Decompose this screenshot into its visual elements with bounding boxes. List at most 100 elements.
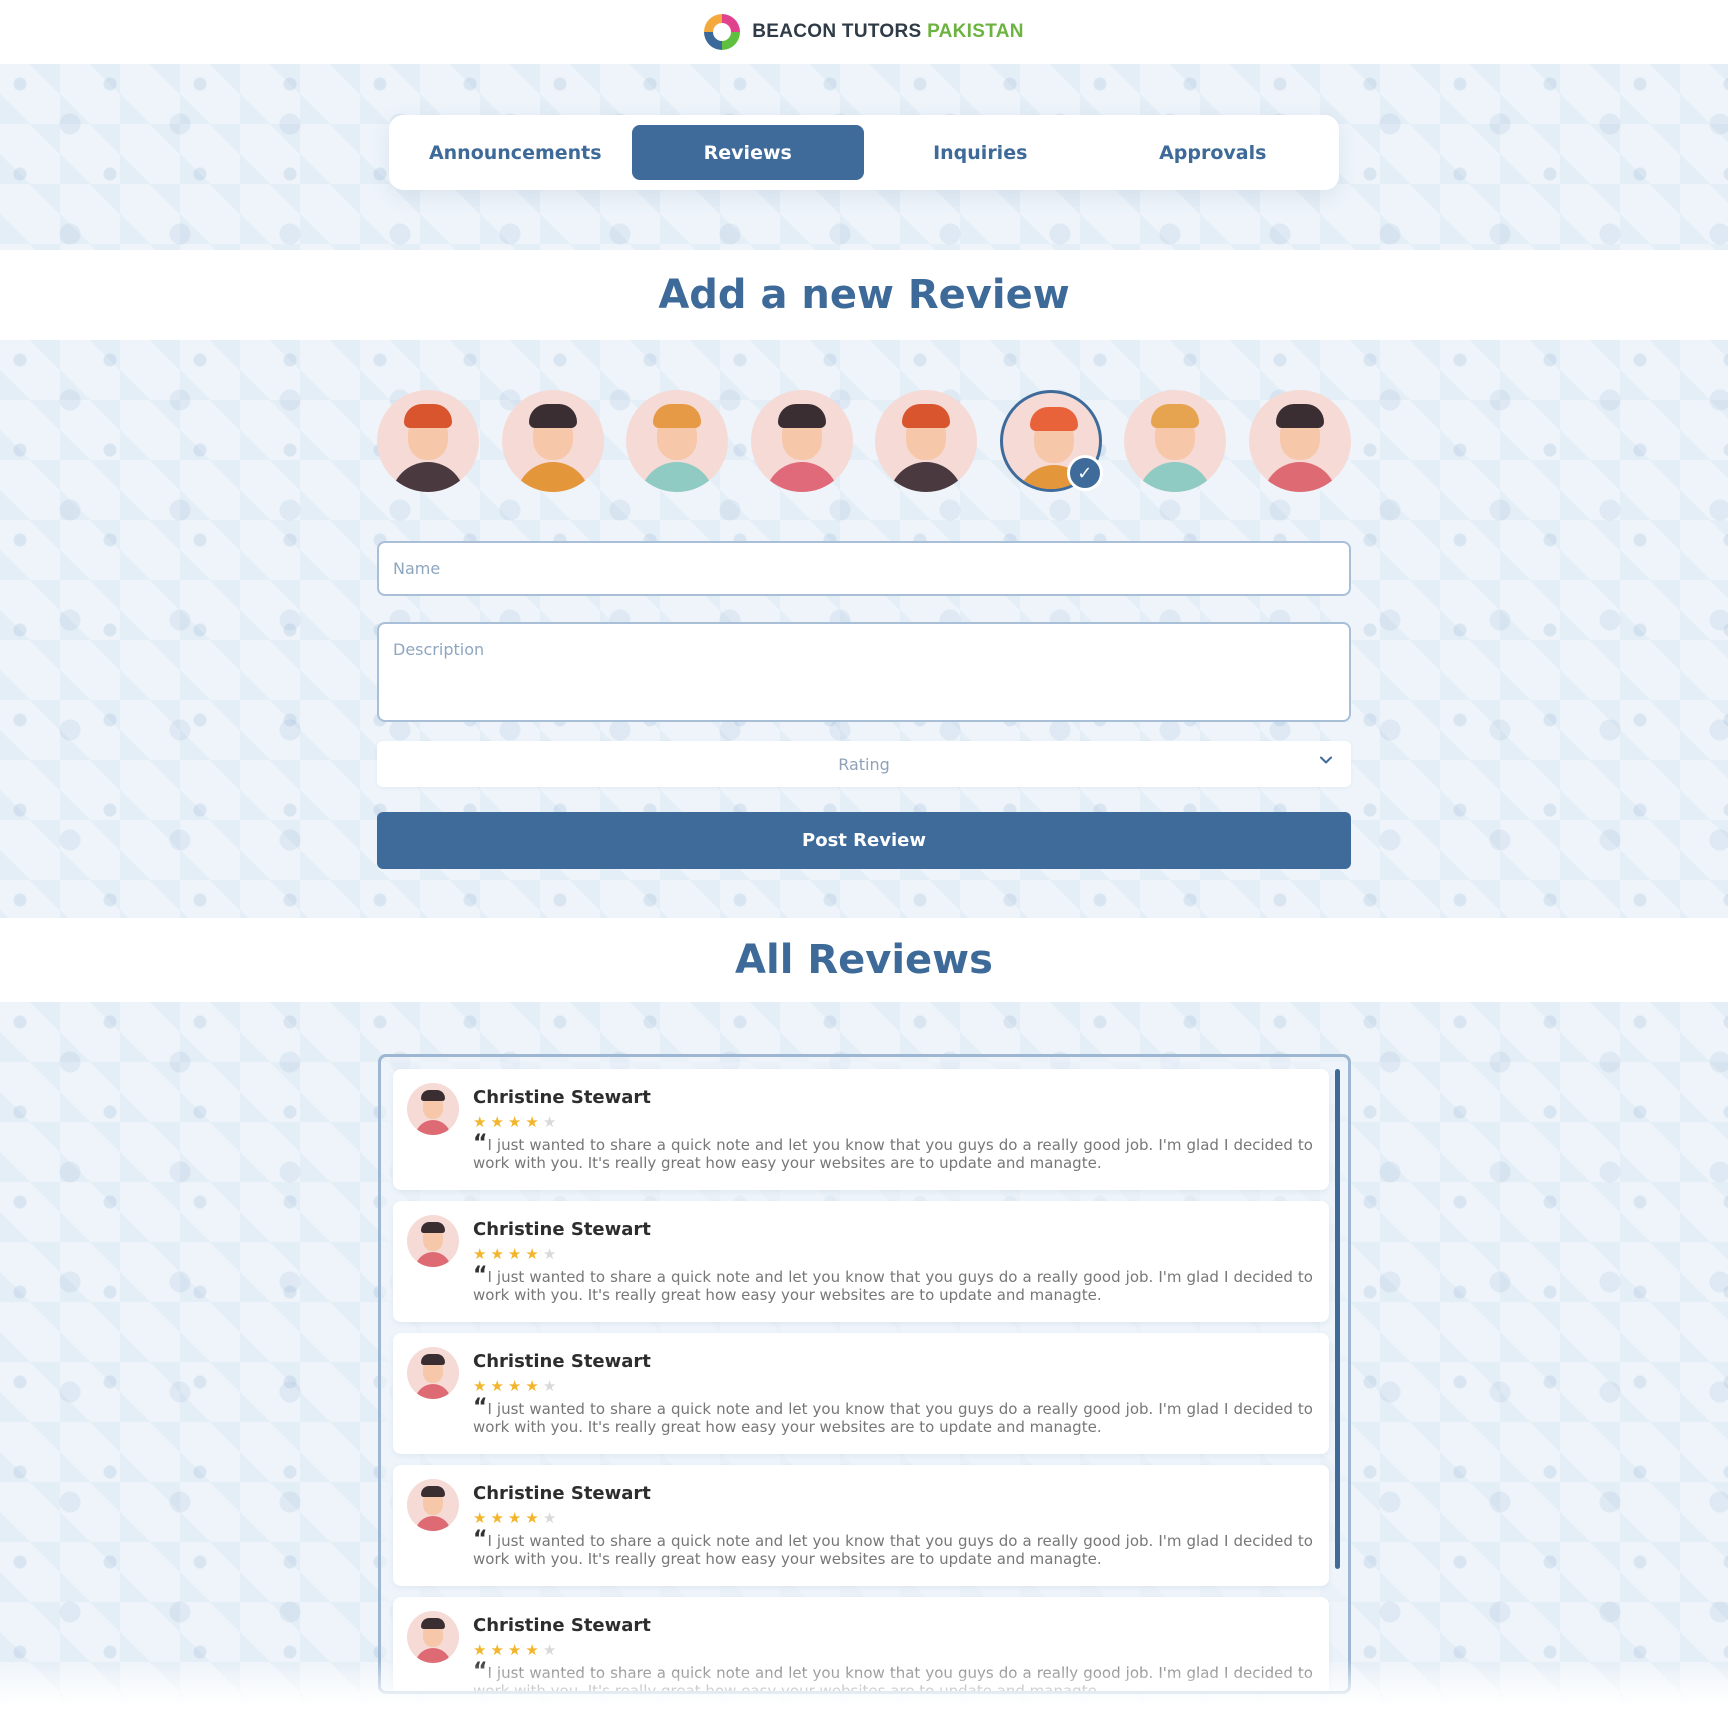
quote-icon: “ — [473, 1263, 488, 1288]
avatar-option-2[interactable] — [501, 390, 604, 492]
avatar-body — [1262, 462, 1337, 492]
avatar-hair — [1151, 404, 1200, 428]
avatar-hair — [421, 1618, 445, 1629]
avatar-option-4[interactable] — [750, 390, 853, 492]
all-reviews-title: All Reviews — [735, 937, 993, 983]
star-icon: ★ — [490, 1245, 508, 1263]
avatar-body — [889, 462, 964, 492]
review-text: “I just wanted to share a quick note and… — [473, 1529, 1313, 1569]
quote-icon: “ — [473, 1395, 488, 1420]
star-icon: ★ — [490, 1641, 508, 1659]
star-icon: ★ — [542, 1641, 561, 1659]
rating-select[interactable]: Rating — [377, 741, 1351, 787]
avatar-hair — [421, 1222, 445, 1233]
brand-main: BEACON TUTORS — [752, 21, 922, 42]
reviewer-avatar — [407, 1611, 459, 1663]
reviewer-avatar — [407, 1083, 459, 1135]
star-rating: ★★★★★ — [473, 1245, 560, 1263]
review-text-body: I just wanted to share a quick note and … — [473, 1268, 1313, 1304]
beacon-logo-icon[interactable] — [704, 14, 741, 50]
avatar-body — [764, 462, 839, 492]
star-icon: ★ — [507, 1641, 526, 1659]
avatar-hair — [902, 404, 951, 428]
star-icon: ★ — [473, 1113, 491, 1131]
tab-approvals[interactable]: Approvals — [1097, 125, 1330, 180]
post-review-button[interactable]: Post Review — [377, 812, 1351, 869]
quote-icon: “ — [473, 1659, 488, 1684]
review-text-body: I just wanted to share a quick note and … — [473, 1400, 1313, 1436]
star-icon: ★ — [542, 1377, 561, 1395]
checkmark-icon: ✓ — [1066, 455, 1103, 491]
review-text-body: I just wanted to share a quick note and … — [473, 1136, 1313, 1172]
reviews-list[interactable]: Christine Stewart ★★★★★ “I just wanted to … — [378, 1054, 1351, 1694]
star-icon: ★ — [525, 1245, 543, 1263]
quote-icon: “ — [473, 1527, 488, 1552]
description-input[interactable] — [377, 622, 1351, 722]
star-icon: ★ — [507, 1113, 526, 1131]
avatar-option-7[interactable] — [1124, 390, 1227, 492]
star-icon: ★ — [473, 1377, 491, 1395]
avatar-option-3[interactable] — [626, 390, 729, 492]
reviewer-name: Christine Stewart — [473, 1087, 651, 1108]
avatar-body — [415, 1648, 451, 1663]
reviewer-name: Christine Stewart — [473, 1483, 651, 1504]
review-card: Christine Stewart ★★★★★ “I just wanted to … — [393, 1069, 1329, 1190]
star-icon: ★ — [507, 1377, 526, 1395]
tab-inquiries[interactable]: Inquiries — [864, 125, 1097, 180]
name-input[interactable] — [377, 541, 1351, 596]
reviewer-avatar — [407, 1479, 459, 1531]
star-icon: ★ — [542, 1245, 561, 1263]
star-icon: ★ — [525, 1113, 543, 1131]
avatar-body — [415, 1384, 451, 1399]
brand-name[interactable]: BEACON TUTORS PAKISTAN — [752, 21, 1024, 43]
avatar-body — [1138, 462, 1213, 492]
avatar-option-1[interactable] — [377, 390, 479, 492]
star-rating: ★★★★★ — [473, 1641, 560, 1659]
avatar-option-8[interactable] — [1248, 390, 1351, 492]
quote-icon: “ — [473, 1131, 488, 1156]
tab-announcements[interactable]: Announcements — [399, 125, 632, 180]
avatar-body — [391, 462, 465, 492]
all-reviews-header: All Reviews — [0, 918, 1728, 1002]
reviews-scrollbar[interactable] — [1335, 1069, 1340, 1569]
avatar-hair — [1029, 407, 1078, 431]
reviewer-name: Christine Stewart — [473, 1351, 651, 1372]
rating-select-placeholder: Rating — [838, 754, 890, 774]
reviewer-name: Christine Stewart — [473, 1615, 651, 1636]
star-icon: ★ — [525, 1641, 543, 1659]
avatar-hair — [777, 404, 826, 428]
star-icon: ★ — [473, 1509, 491, 1527]
reviewer-avatar — [407, 1347, 459, 1399]
avatar-body — [415, 1120, 451, 1135]
review-card: Christine Stewart ★★★★★ “I just wanted to … — [393, 1333, 1329, 1454]
avatar-hair — [421, 1354, 445, 1365]
star-rating: ★★★★★ — [473, 1377, 560, 1395]
review-text: “I just wanted to share a quick note and… — [473, 1661, 1313, 1692]
review-card: Christine Stewart ★★★★★ “I just wanted to … — [393, 1201, 1329, 1322]
review-text-body: I just wanted to share a quick note and … — [473, 1532, 1313, 1568]
star-icon: ★ — [507, 1509, 526, 1527]
review-text: “I just wanted to share a quick note and… — [473, 1265, 1313, 1305]
avatar-body — [640, 462, 715, 492]
star-icon: ★ — [490, 1509, 508, 1527]
star-rating: ★★★★★ — [473, 1113, 560, 1131]
avatar-option-6[interactable]: ✓ — [999, 390, 1103, 492]
avatar-body — [515, 462, 590, 492]
avatar-hair — [404, 404, 452, 428]
avatar-hair — [653, 404, 702, 428]
tab-bar: Announcements Reviews Inquiries Approval… — [389, 115, 1339, 190]
add-review-header: Add a new Review — [0, 250, 1728, 340]
review-text: “I just wanted to share a quick note and… — [473, 1133, 1313, 1173]
star-icon: ★ — [473, 1245, 491, 1263]
review-text: “I just wanted to share a quick note and… — [473, 1397, 1313, 1437]
star-icon: ★ — [490, 1377, 508, 1395]
review-card: Christine Stewart ★★★★★ “I just wanted to … — [393, 1597, 1329, 1692]
chevron-down-icon — [1320, 756, 1332, 764]
avatar-option-5[interactable] — [875, 390, 978, 492]
star-icon: ★ — [542, 1113, 561, 1131]
star-icon: ★ — [525, 1509, 543, 1527]
reviewer-name: Christine Stewart — [473, 1219, 651, 1240]
tab-reviews[interactable]: Reviews — [631, 125, 864, 180]
avatar-body — [415, 1516, 451, 1531]
add-review-title: Add a new Review — [658, 272, 1070, 318]
